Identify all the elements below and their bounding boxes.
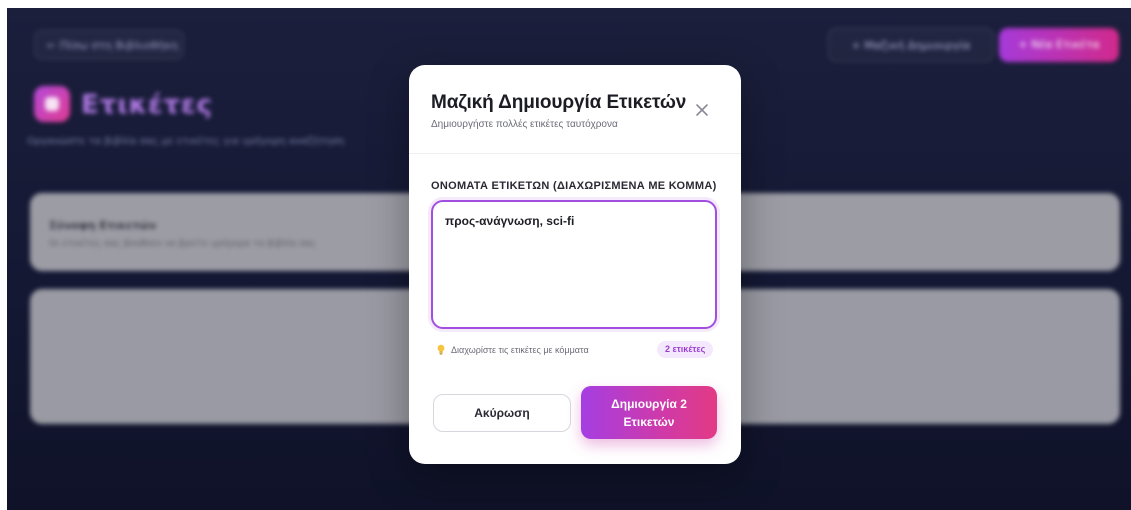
lightbulb-icon [437, 344, 445, 355]
summary-card-title: Σύνοψη Ετικετών [49, 219, 157, 232]
bulk-create-button[interactable]: + Μαζική Δημιουργία [828, 28, 994, 62]
bulk-create-modal: Μαζική Δημιουργία Ετικετών Δημιουργήστε … [409, 65, 741, 464]
hint-text: Διαχωρίστε τις ετικέτες με κόμματα [451, 345, 589, 355]
tag-count-badge: 2 ετικέτες [657, 341, 714, 358]
page-title: Ετικέτες [81, 90, 213, 120]
tag-names-textarea[interactable]: προς-ανάγνωση, sci-fi [431, 200, 717, 329]
tag-names-label: ΟΝΟΜΑΤΑ ΕΤΙΚΕΤΩΝ (ΔΙΑΧΩΡΙΣΜΕΝΑ ΜΕ ΚΟΜΜΑ) [431, 180, 717, 192]
create-tags-button[interactable]: Δημιουργία 2 Ετικετών [581, 386, 717, 439]
new-tag-button[interactable]: + Νέα Ετικέτα [999, 28, 1119, 62]
modal-title: Μαζική Δημιουργία Ετικετών [431, 92, 687, 113]
modal-divider [409, 153, 741, 154]
cancel-button[interactable]: Ακύρωση [433, 394, 571, 432]
summary-card-description: Οι ετικέτες σας βοηθούν να βρείτε γρήγορ… [49, 239, 316, 249]
close-icon [696, 104, 708, 116]
back-to-library-button[interactable]: ← Πίσω στη Βιβλιοθήκη [34, 30, 184, 60]
hint-row: Διαχωρίστε τις ετικέτες με κόμματα [436, 344, 589, 356]
modal-subtitle: Δημιουργήστε πολλές ετικέτες ταυτόχρονα [431, 119, 618, 130]
close-button[interactable] [691, 99, 713, 121]
tag-icon [34, 86, 70, 122]
